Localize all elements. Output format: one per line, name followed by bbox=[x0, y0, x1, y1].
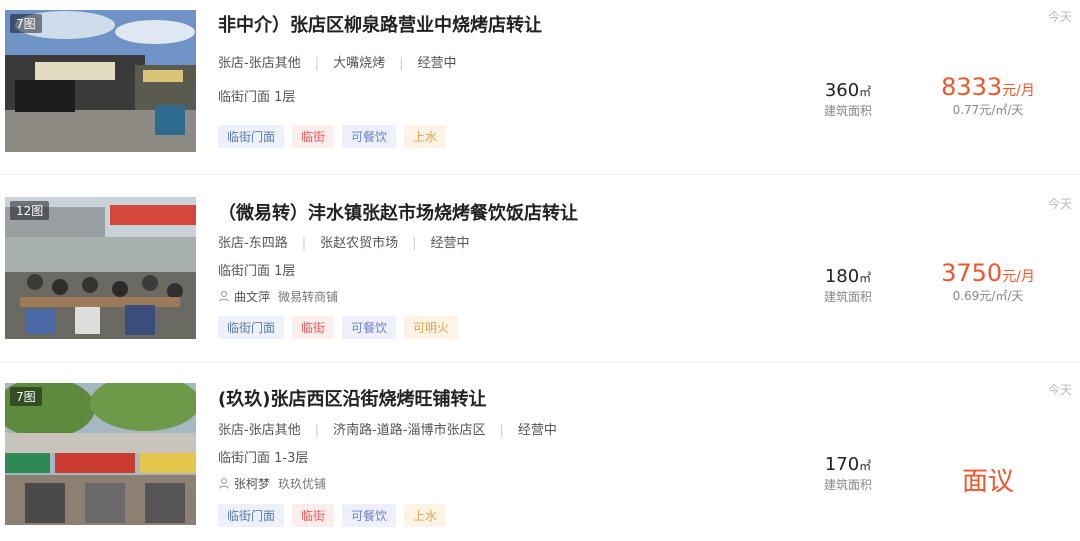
listing-card[interactable]: 7图 非中介）张店区柳泉路营业中烧烤店转让 张店-张店其他 | 大嘴烧烤 | 经营中 临… bbox=[0, 0, 1080, 175]
listing-thumbnail[interactable]: 7图 bbox=[5, 10, 196, 152]
tag-street-facing: 临街 bbox=[292, 125, 335, 148]
photo-count-badge: 7图 bbox=[10, 387, 42, 406]
person-icon bbox=[219, 478, 229, 489]
area-block: 180㎡ 建筑面积 bbox=[808, 266, 888, 305]
tag-dining-allowed: 可餐饮 bbox=[342, 316, 397, 339]
area-value: 180 bbox=[824, 266, 860, 287]
district-link[interactable]: 张店-张店其他 bbox=[218, 423, 301, 438]
listing-thumbnail[interactable]: 7图 bbox=[5, 383, 196, 525]
tag-list: 临街门面 临街 可餐饮 上水 bbox=[218, 125, 447, 148]
location-link[interactable]: 大嘴烧烤 bbox=[333, 56, 385, 71]
listing-title[interactable]: 非中介）张店区柳泉路营业中烧烤店转让 bbox=[218, 11, 542, 37]
tag-street-shopfront: 临街门面 bbox=[218, 316, 285, 339]
price-amount: 8333 bbox=[941, 73, 1003, 101]
post-date: 今天 bbox=[1047, 383, 1072, 397]
tag-street-shopfront: 临街门面 bbox=[218, 504, 285, 527]
district-link[interactable]: 张店-东四路 bbox=[218, 236, 288, 251]
meta-separator: | bbox=[301, 236, 307, 251]
meta-separator: | bbox=[399, 56, 404, 71]
district-link[interactable]: 张店-张店其他 bbox=[218, 56, 301, 71]
area-block: 360㎡ 建筑面积 bbox=[808, 80, 888, 119]
tag-dining-allowed: 可餐饮 bbox=[342, 125, 397, 148]
agent-company: 玖玖优铺 bbox=[278, 477, 327, 491]
listing-title[interactable]: （微易转）沣水镇张赵市场烧烤餐饮饭店转让 bbox=[218, 199, 578, 225]
area-block: 170㎡ 建筑面积 bbox=[808, 454, 888, 493]
business-status: 经营中 bbox=[517, 423, 557, 438]
location-link[interactable]: 济南路-道路-淄博市张店区 bbox=[333, 423, 485, 438]
price-block: 面议 bbox=[930, 461, 1046, 498]
price-negotiable: 面议 bbox=[961, 467, 1014, 497]
agent-info[interactable]: 曲文萍 微易转商铺 bbox=[218, 288, 338, 305]
tag-list: 临街门面 临街 可餐饮 上水 bbox=[218, 504, 447, 527]
photo-count-badge: 7图 bbox=[10, 14, 42, 33]
area-label: 建筑面积 bbox=[823, 104, 872, 118]
meta-separator: | bbox=[499, 423, 504, 438]
price-block: 8333元/月 0.77元/㎡/天 bbox=[930, 73, 1046, 118]
tag-street-shopfront: 临街门面 bbox=[218, 125, 285, 148]
listing-thumbnail[interactable]: 12图 bbox=[5, 197, 196, 339]
tag-list: 临街门面 临街 可餐饮 可明火 bbox=[218, 316, 459, 339]
floor-info: 临街门面 1-3层 bbox=[218, 451, 309, 466]
area-value: 360 bbox=[824, 80, 860, 101]
price-amount: 3750 bbox=[941, 259, 1003, 287]
area-value: 170 bbox=[824, 454, 860, 475]
listing-card[interactable]: 12图 （微易转）沣水镇张赵市场烧烤餐饮饭店转让 张店-东四路 | 张赵农贸市场 | 经… bbox=[0, 175, 1080, 363]
business-status: 经营中 bbox=[417, 56, 457, 71]
tag-water-supply: 上水 bbox=[404, 125, 447, 148]
agent-company: 微易转商铺 bbox=[278, 290, 339, 304]
area-unit: ㎡ bbox=[859, 85, 872, 99]
listing-meta: 张店-张店其他 | 大嘴烧烤 | 经营中 bbox=[218, 52, 457, 71]
floor-info: 临街门面 1层 bbox=[218, 90, 296, 105]
area-unit: ㎡ bbox=[859, 271, 872, 285]
tag-water-supply: 上水 bbox=[404, 504, 447, 527]
floor-info: 临街门面 1层 bbox=[218, 264, 296, 279]
business-status: 经营中 bbox=[430, 236, 470, 251]
person-icon bbox=[219, 291, 229, 302]
price-per-sqm-day: 0.77元/㎡/天 bbox=[952, 103, 1024, 117]
tag-street-facing: 临街 bbox=[292, 504, 335, 527]
post-date: 今天 bbox=[1047, 197, 1072, 211]
listing-card[interactable]: 7图 (玖玖)张店西区沿街烧烤旺铺转让 张店-张店其他 | 济南路-道路-淄博市张店… bbox=[0, 363, 1080, 541]
price-block: 3750元/月 0.69元/㎡/天 bbox=[930, 259, 1046, 304]
price-unit: 元/月 bbox=[1002, 83, 1035, 99]
price-per-sqm-day: 0.69元/㎡/天 bbox=[952, 289, 1024, 303]
agent-info[interactable]: 张柯梦 玖玖优铺 bbox=[218, 475, 326, 492]
area-label: 建筑面积 bbox=[823, 290, 872, 304]
tag-open-flame: 可明火 bbox=[404, 316, 459, 339]
meta-separator: | bbox=[314, 56, 320, 71]
meta-separator: | bbox=[314, 423, 320, 438]
listing-title[interactable]: (玖玖)张店西区沿街烧烤旺铺转让 bbox=[218, 385, 486, 411]
meta-separator: | bbox=[412, 236, 417, 251]
photo-count-badge: 12图 bbox=[10, 201, 50, 220]
tag-street-facing: 临街 bbox=[292, 316, 335, 339]
tag-dining-allowed: 可餐饮 bbox=[342, 504, 397, 527]
listing-meta: 张店-东四路 | 张赵农贸市场 | 经营中 bbox=[218, 232, 470, 251]
agent-name[interactable]: 张柯梦 bbox=[234, 477, 270, 491]
area-unit: ㎡ bbox=[859, 459, 872, 473]
area-label: 建筑面积 bbox=[823, 478, 872, 492]
location-link[interactable]: 张赵农贸市场 bbox=[320, 236, 398, 251]
price-unit: 元/月 bbox=[1002, 269, 1035, 285]
post-date: 今天 bbox=[1047, 10, 1072, 24]
listing-meta: 张店-张店其他 | 济南路-道路-淄博市张店区 | 经营中 bbox=[218, 419, 557, 438]
agent-name[interactable]: 曲文萍 bbox=[234, 290, 270, 304]
